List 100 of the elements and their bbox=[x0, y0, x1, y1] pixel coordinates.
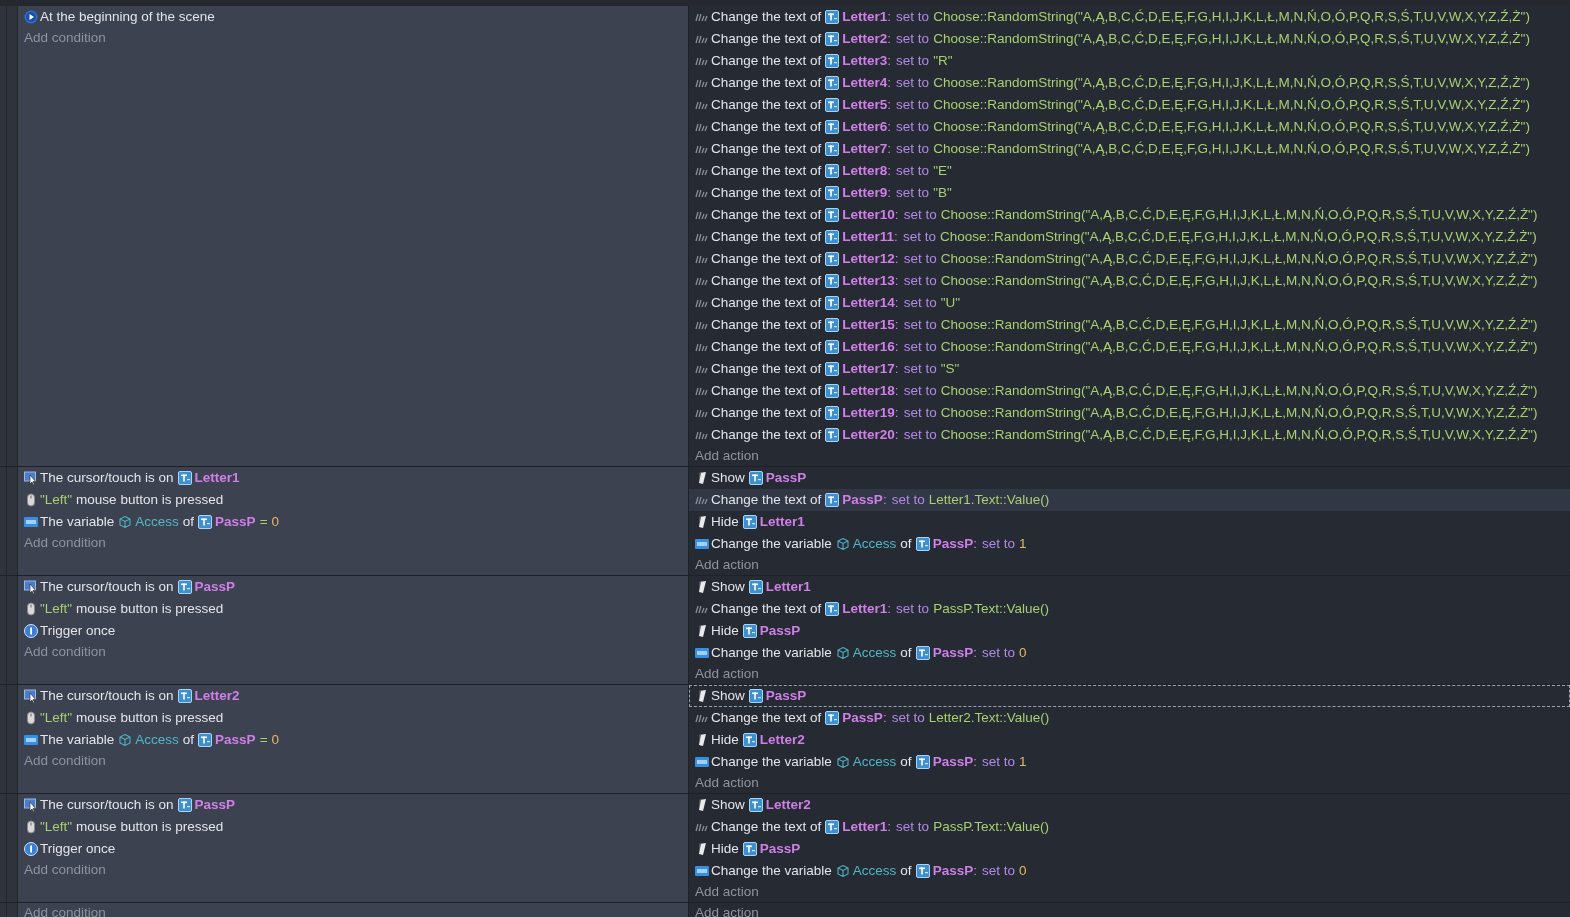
object-name: Letter12 bbox=[842, 249, 895, 268]
action-row[interactable]: Change the text of Letter3: set to "R" bbox=[689, 50, 1570, 72]
object-name: PassP bbox=[842, 490, 883, 509]
action-text: Change the text of bbox=[711, 315, 822, 334]
expression-text: Choose::RandomString("A,Ą,B,C,Ć,D,E,Ę,F,G,H,I,J,K,L,Ł,M,N,Ń,O,Ó,P,Q,R,S,Ś,T,U,V,W,X,Y,Z,Ź,Ż") bbox=[940, 403, 1538, 422]
keyword-text: set to bbox=[903, 403, 937, 422]
keyword-text: set to bbox=[891, 708, 925, 727]
colon-text: : bbox=[882, 490, 887, 509]
object-name: Letter19 bbox=[842, 403, 895, 422]
add-action-link[interactable]: Add action bbox=[689, 773, 765, 793]
text-object-icon bbox=[742, 515, 757, 529]
keyword-text: set to bbox=[896, 183, 930, 202]
keyword-text: set to bbox=[903, 271, 937, 290]
action-row[interactable]: Show PassP bbox=[689, 467, 1570, 489]
expression-text: Choose::RandomString("A,Ą,B,C,Ć,D,E,Ę,F,G,H,I,J,K,L,Ł,M,N,Ń,O,Ó,P,Q,R,S,Ś,T,U,V,W,X,Y,Z,Ź,Ż") bbox=[933, 95, 1530, 114]
text-object-icon bbox=[825, 602, 840, 616]
condition-text: Trigger once bbox=[40, 621, 116, 640]
action-text: Hide bbox=[711, 730, 739, 749]
number-value: 1 bbox=[1018, 752, 1027, 771]
condition-text: The cursor/touch is on bbox=[40, 577, 174, 596]
condition-text: At the beginning of the scene bbox=[40, 7, 215, 26]
colon-text: : bbox=[894, 205, 899, 224]
action-text: of bbox=[900, 861, 912, 880]
expression-text: "R" bbox=[933, 51, 953, 70]
action-row[interactable]: Change the text of PassP: set to Letter2.Text::Value() bbox=[689, 707, 1570, 729]
action-row[interactable]: Hide Letter1 bbox=[689, 511, 1570, 533]
keyword-text: set to bbox=[896, 73, 930, 92]
action-row[interactable]: Change the variable Access of PassP: set to 0 bbox=[689, 642, 1570, 664]
action-row[interactable]: Change the text of Letter1: set to PassP.Text::Value() bbox=[689, 598, 1570, 620]
action-row[interactable]: Change the text of Letter5: set to Choose::RandomString("A,Ą,B,C,Ć,D,E,Ę,F,G,H,I,J,K,L,Ł,M,N,Ń,O,Ó,P,Q,R,S,Ś,T,U,V,W,X,Y,Z,Ź,Ż") bbox=[689, 94, 1570, 116]
action-row[interactable]: Change the text of Letter8: set to "E" bbox=[689, 160, 1570, 182]
text-object-icon bbox=[198, 515, 213, 529]
action-row[interactable]: Change the text of Letter9: set to "B" bbox=[689, 182, 1570, 204]
action-row[interactable]: Change the text of Letter18: set to Choose::RandomString("A,Ą,B,C,Ć,D,E,Ę,F,G,H,I,J,K,L,Ł,M,N,Ń,O,Ó,P,Q,R,S,Ś,T,U,V,W,X,Y,Z,Ź,Ż") bbox=[689, 380, 1570, 402]
action-row[interactable]: Change the variable Access of PassP: set to 1 bbox=[689, 533, 1570, 555]
action-row[interactable]: Change the text of Letter6: set to Choose::RandomString("A,Ą,B,C,Ć,D,E,Ę,F,G,H,I,J,K,L,Ł,M,N,Ń,O,Ó,P,Q,R,S,Ś,T,U,V,W,X,Y,Z,Ź,Ż") bbox=[689, 116, 1570, 138]
text-object-icon bbox=[825, 820, 840, 834]
action-text: of bbox=[900, 643, 912, 662]
colon-text: : bbox=[887, 183, 892, 202]
cursor-icon bbox=[24, 798, 38, 812]
text-object-icon bbox=[748, 471, 763, 485]
object-name: Letter15 bbox=[842, 315, 895, 334]
action-row[interactable]: Change the variable Access of PassP: set to 0 bbox=[689, 860, 1570, 882]
colon-text: : bbox=[887, 817, 892, 836]
action-row[interactable]: Change the text of Letter4: set to Choose::RandomString("A,Ą,B,C,Ć,D,E,Ę,F,G,H,I,J,K,L,Ł,M,N,Ń,O,Ó,P,Q,R,S,Ś,T,U,V,W,X,Y,Z,Ź,Ż") bbox=[689, 72, 1570, 94]
action-row[interactable]: Change the text of Letter1: set to PassP.Text::Value() bbox=[689, 816, 1570, 838]
object-name: PassP bbox=[215, 730, 256, 749]
action-row[interactable]: Hide PassP bbox=[689, 620, 1570, 642]
action-text: Hide bbox=[711, 621, 739, 640]
colon-text: : bbox=[882, 708, 887, 727]
action-row[interactable]: Change the variable Access of PassP: set to 1 bbox=[689, 751, 1570, 773]
text-object-icon bbox=[748, 580, 763, 594]
action-text: Show bbox=[711, 686, 745, 705]
condition-text: The variable bbox=[40, 730, 115, 749]
colon-text: : bbox=[894, 403, 899, 422]
keyword-text: set to bbox=[981, 752, 1015, 771]
text-object-icon bbox=[825, 120, 840, 134]
expression-text: Choose::RandomString("A,Ą,B,C,Ć,D,E,Ę,F,G,H,I,J,K,L,Ł,M,N,Ń,O,Ó,P,Q,R,S,Ś,T,U,V,W,X,Y,Z,Ź,Ż") bbox=[940, 205, 1538, 224]
add-action-link[interactable]: Add action bbox=[689, 903, 765, 917]
add-action-link[interactable]: Add action bbox=[689, 664, 765, 684]
expression-text: Letter2.Text::Value() bbox=[928, 708, 1050, 727]
add-action-link[interactable]: Add action bbox=[689, 446, 765, 466]
condition-text: mouse button is pressed bbox=[76, 599, 224, 618]
variable-name: Access bbox=[852, 752, 897, 771]
action-row[interactable]: Change the text of Letter11: set to Choose::RandomString("A,Ą,B,C,Ć,D,E,Ę,F,G,H,I,J,K,L,Ł,M,N,Ń,O,Ó,P,Q,R,S,Ś,T,U,V,W,X,Y,Z,Ź,Ż") bbox=[689, 226, 1570, 248]
action-row[interactable]: Hide Letter2 bbox=[689, 729, 1570, 751]
action-row[interactable]: Show Letter1 bbox=[689, 576, 1570, 598]
expression-text: "E" bbox=[933, 161, 952, 180]
action-row[interactable]: Change the text of Letter13: set to Choose::RandomString("A,Ą,B,C,Ć,D,E,Ę,F,G,H,I,J,K,L,Ł,M,N,Ń,O,Ó,P,Q,R,S,Ś,T,U,V,W,X,Y,Z,Ź,Ż") bbox=[689, 270, 1570, 292]
action-row[interactable]: Show PassP bbox=[689, 685, 1570, 707]
expression-text: Choose::RandomString("A,Ą,B,C,Ć,D,E,Ę,F,G,H,I,J,K,L,Ł,M,N,Ń,O,Ó,P,Q,R,S,Ś,T,U,V,W,X,Y,Z,Ź,Ż") bbox=[940, 249, 1538, 268]
text-object-icon bbox=[825, 384, 840, 398]
action-row[interactable]: Hide PassP bbox=[689, 838, 1570, 860]
add-action-link[interactable]: Add action bbox=[689, 555, 765, 575]
keyword-text: set to bbox=[981, 643, 1015, 662]
action-row[interactable]: Change the text of Letter1: set to Choose::RandomString("A,Ą,B,C,Ć,D,E,Ę,F,G,H,I,J,K,L,Ł,M,N,Ń,O,Ó,P,Q,R,S,Ś,T,U,V,W,X,Y,Z,Ź,Ż") bbox=[689, 6, 1570, 28]
action-row[interactable]: Change the text of Letter10: set to Choose::RandomString("A,Ą,B,C,Ć,D,E,Ę,F,G,H,I,J,K,L,Ł,M,N,Ń,O,Ó,P,Q,R,S,Ś,T,U,V,W,X,Y,Z,Ź,Ż") bbox=[689, 204, 1570, 226]
object-name: Letter2 bbox=[765, 795, 811, 814]
keyword-text: set to bbox=[903, 205, 937, 224]
object-name: Letter1 bbox=[194, 468, 240, 487]
action-row[interactable]: Change the text of Letter19: set to Choose::RandomString("A,Ą,B,C,Ć,D,E,Ę,F,G,H,I,J,K,L,Ł,M,N,Ń,O,Ó,P,Q,R,S,Ś,T,U,V,W,X,Y,Z,Ź,Ż") bbox=[689, 402, 1570, 424]
action-row[interactable]: Change the text of Letter2: set to Choose::RandomString("A,Ą,B,C,Ć,D,E,Ę,F,G,H,I,J,K,L,Ł,M,N,Ń,O,Ó,P,Q,R,S,Ś,T,U,V,W,X,Y,Z,Ź,Ż") bbox=[689, 28, 1570, 50]
keyword-text: set to bbox=[903, 359, 937, 378]
add-action-link[interactable]: Add action bbox=[689, 882, 765, 902]
action-row[interactable]: Change the text of Letter15: set to Choose::RandomString("A,Ą,B,C,Ć,D,E,Ę,F,G,H,I,J,K,L,Ł,M,N,Ń,O,Ó,P,Q,R,S,Ś,T,U,V,W,X,Y,Z,Ź,Ż") bbox=[689, 314, 1570, 336]
action-row[interactable]: Show Letter2 bbox=[689, 794, 1570, 816]
action-row[interactable]: Change the text of Letter20: set to Choose::RandomString("A,Ą,B,C,Ć,D,E,Ę,F,G,H,I,J,K,L,Ł,M,N,Ń,O,Ó,P,Q,R,S,Ś,T,U,V,W,X,Y,Z,Ź,Ż") bbox=[689, 424, 1570, 446]
text-object-icon bbox=[742, 842, 757, 856]
action-row[interactable]: Change the text of Letter12: set to Choose::RandomString("A,Ą,B,C,Ć,D,E,Ę,F,G,H,I,J,K,L,Ł,M,N,Ń,O,Ó,P,Q,R,S,Ś,T,U,V,W,X,Y,Z,Ź,Ż") bbox=[689, 248, 1570, 270]
action-row[interactable]: Change the text of Letter14: set to "U" bbox=[689, 292, 1570, 314]
text-object-icon bbox=[825, 32, 840, 46]
action-text: Change the text of bbox=[711, 381, 822, 400]
action-text: Change the text of bbox=[711, 403, 822, 422]
action-row[interactable]: Change the text of PassP: set to Letter1.Text::Value() bbox=[689, 489, 1570, 511]
keyword-text: set to bbox=[903, 381, 937, 400]
action-row[interactable]: Change the text of Letter17: set to "S" bbox=[689, 358, 1570, 380]
text-object-icon bbox=[825, 208, 840, 222]
action-row[interactable]: Change the text of Letter16: set to Choose::RandomString("A,Ą,B,C,Ć,D,E,Ę,F,G,H,I,J,K,L,Ł,M,N,Ń,O,Ó,P,Q,R,S,Ś,T,U,V,W,X,Y,Z,Ź,Ż") bbox=[689, 336, 1570, 358]
text-object-icon bbox=[825, 406, 840, 420]
action-row[interactable]: Change the text of Letter7: set to Choose::RandomString("A,Ą,B,C,Ć,D,E,Ę,F,G,H,I,J,K,L,Ł,M,N,Ń,O,Ó,P,Q,R,S,Ś,T,U,V,W,X,Y,Z,Ź,Ż") bbox=[689, 138, 1570, 160]
